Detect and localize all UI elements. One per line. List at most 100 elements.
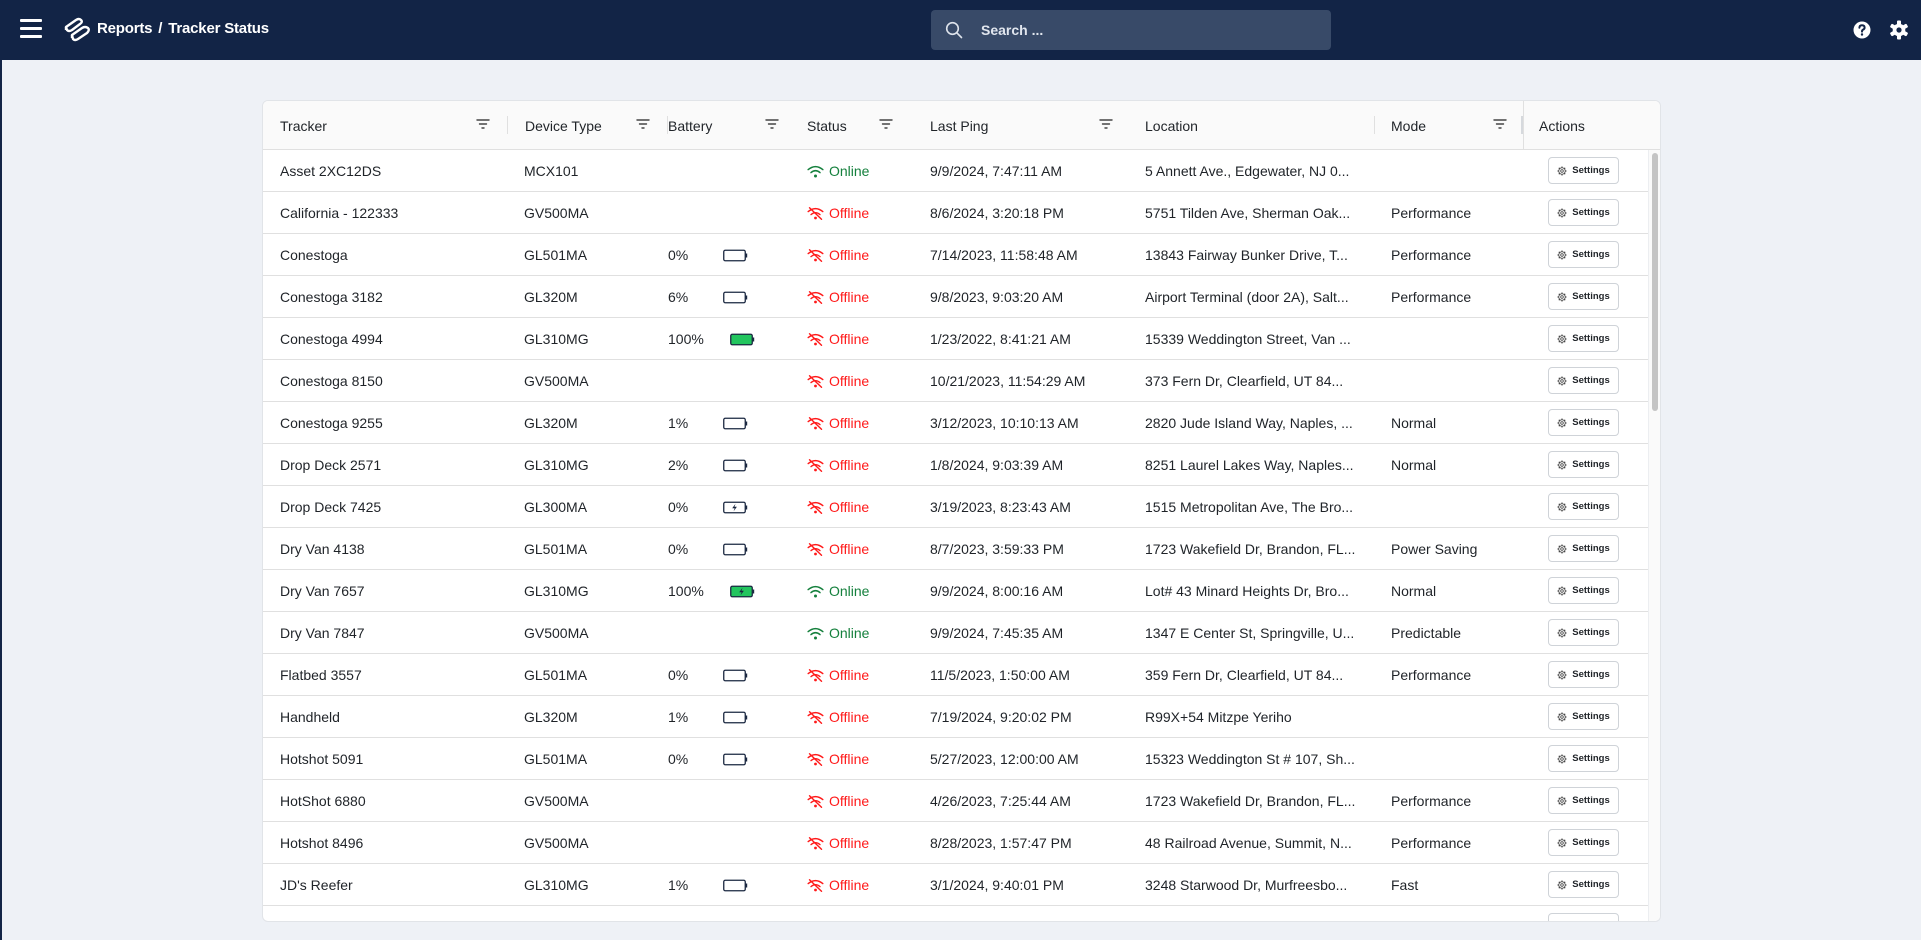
status-indicator: Offline	[807, 205, 869, 221]
location: R99X+54 Mitzpe Yeriho	[1145, 709, 1292, 725]
tracker-name: Asset 2XC12DS	[280, 163, 382, 179]
settings-button[interactable]: Settings	[1548, 199, 1619, 226]
column-header-mode[interactable]: Mode	[1375, 101, 1524, 150]
settings-button[interactable]: Settings	[1548, 871, 1619, 898]
settings-button-label: Settings	[1572, 291, 1610, 302]
column-header-last-ping[interactable]: Last Ping	[914, 101, 1129, 150]
help-icon[interactable]	[1853, 21, 1871, 39]
table-row[interactable]: Conestoga GL501MA 0% Offline 7/14/2023, 11:5…	[263, 234, 1648, 276]
settings-button[interactable]: Settings	[1548, 409, 1619, 436]
tracker-name: Conestoga 9255	[280, 415, 383, 431]
table-row[interactable]: Conestoga 4994 GL310MG 100% Offline 1/23/202…	[263, 318, 1648, 360]
settings-button[interactable]: Settings	[1548, 367, 1619, 394]
wifi-off-icon	[807, 206, 824, 220]
table-row[interactable]: Conestoga 8150 GV500MA Offline 10/21/2023, …	[263, 360, 1648, 402]
settings-button[interactable]: Settings	[1548, 787, 1619, 814]
column-label: Location	[1145, 118, 1198, 134]
filter-icon[interactable]	[765, 118, 779, 130]
last-ping-time: 9/9/2024, 7:47:11 AM	[930, 163, 1063, 179]
tracker-name: Dry Van 7657	[280, 583, 365, 599]
mode: Normal	[1391, 583, 1437, 599]
filter-icon[interactable]	[1099, 118, 1113, 130]
wifi-off-icon	[807, 458, 824, 472]
settings-button[interactable]: Settings	[1548, 913, 1619, 921]
column-header-status[interactable]: Status	[791, 101, 914, 150]
settings-button[interactable]: Settings	[1548, 325, 1619, 352]
status-label: Online	[829, 625, 870, 641]
wifi-off-icon	[807, 332, 824, 346]
gear-icon	[1557, 838, 1567, 847]
table-row[interactable]: Conestoga 3182 GL320M 6% Offline 9/8/2023, 9…	[263, 276, 1648, 318]
tracker-name: Hotshot 5091	[280, 751, 364, 767]
status-indicator: Offline	[807, 373, 869, 389]
filter-icon[interactable]	[1493, 118, 1507, 130]
settings-button[interactable]: Settings	[1548, 745, 1619, 772]
table-row[interactable]: Asset 2XC12DS MCX101 Online 9/9/2024, 7:47:…	[263, 150, 1648, 192]
table-row[interactable]: HotShot 6880 GV500MA Offline 4/26/2023, 7:2…	[263, 780, 1648, 822]
menu-icon[interactable]	[20, 19, 43, 39]
breadcrumb-reports[interactable]: Reports	[97, 20, 152, 37]
column-header-location[interactable]: Location	[1129, 101, 1375, 150]
tracker-name: Hotshot 8496	[280, 835, 364, 851]
table-row[interactable]: Dry Van 7847 GV500MA Online 9/9/2024, 7:45:…	[263, 612, 1648, 654]
status-label: Offline	[829, 373, 870, 389]
table-row[interactable]: Dry Van 4138 GL501MA 0% Offline 8/7/2023, 3:…	[263, 528, 1648, 570]
table-row[interactable]: Dry Van 7657 GL310MG 100% Online 9/9/2024, 8…	[263, 570, 1648, 612]
settings-button[interactable]: Settings	[1548, 283, 1619, 310]
settings-button[interactable]: Settings	[1548, 451, 1619, 478]
table-row[interactable]: Handheld GL320M 1% Offline 7/19/2024, 9:20:0…	[263, 696, 1648, 738]
settings-button-label: Settings	[1572, 543, 1610, 554]
search-input[interactable]	[981, 10, 1321, 50]
settings-button[interactable]: Settings	[1548, 703, 1619, 730]
wifi-off-icon	[807, 794, 824, 808]
battery-percent: 6%	[668, 289, 689, 305]
filter-icon[interactable]	[476, 118, 490, 130]
wifi-off-icon	[807, 710, 824, 724]
vertical-scrollbar[interactable]	[1648, 150, 1660, 921]
wifi-off-icon	[807, 752, 824, 766]
settings-button-label: Settings	[1572, 669, 1610, 680]
table-row[interactable]: California - 122333 GV500MA Offline 8/6/202…	[263, 192, 1648, 234]
status-indicator: Offline	[807, 289, 869, 305]
status-label: Online	[829, 163, 870, 179]
filter-icon[interactable]	[879, 118, 893, 130]
table-row[interactable]: JD's Reefer GL310MG 1% Offline 3/1/2024, 9:4…	[263, 864, 1648, 906]
battery-empty-icon	[723, 543, 748, 556]
device-type: GL310MG	[524, 877, 589, 893]
table-row[interactable]: Conestoga 9255 GL320M 1% Offline 3/12/2023, …	[263, 402, 1648, 444]
settings-button[interactable]: Settings	[1548, 577, 1619, 604]
status-label: Offline	[829, 877, 870, 893]
app-logo-icon[interactable]	[62, 16, 94, 44]
status-label: Offline	[829, 751, 870, 767]
settings-button[interactable]: Settings	[1548, 661, 1619, 688]
location: 2820 Jude Island Way, Naples, ...	[1145, 415, 1353, 431]
table-row[interactable]: Drop Deck 2571 GL310MG 2% Offline 1/8/2024, …	[263, 444, 1648, 486]
location: 1347 E Center St, Springville, U...	[1145, 625, 1355, 641]
wifi-off-icon	[807, 668, 824, 682]
settings-button[interactable]: Settings	[1548, 157, 1619, 184]
filter-icon[interactable]	[636, 118, 650, 130]
column-header-actions: Actions	[1523, 101, 1660, 150]
table-row[interactable]: Drop Deck 7425 GL300MA 0% Offline 3/19/2023,…	[263, 486, 1648, 528]
settings-gear-icon[interactable]	[1889, 20, 1909, 40]
status-label: Offline	[829, 541, 870, 557]
table-row[interactable]: Flatbed 3557 GL501MA 0% Offline 11/5/2023, 1…	[263, 654, 1648, 696]
battery-percent: 1%	[668, 709, 689, 725]
scrollbar-thumb[interactable]	[1652, 153, 1658, 411]
column-header-device-type[interactable]: Device Type	[508, 101, 668, 150]
column-header-tracker[interactable]: Tracker	[263, 101, 508, 150]
column-label: Mode	[1391, 118, 1427, 134]
device-type: GL310MG	[524, 331, 589, 347]
settings-button-label: Settings	[1572, 795, 1610, 806]
settings-button[interactable]: Settings	[1548, 493, 1619, 520]
table-row[interactable]: Hotshot 5091 GL501MA 0% Offline 5/27/2023, 1…	[263, 738, 1648, 780]
column-header-battery[interactable]: Battery	[668, 101, 791, 150]
settings-button[interactable]: Settings	[1548, 535, 1619, 562]
last-ping-time: 9/9/2024, 8:00:16 AM	[930, 583, 1064, 599]
table-row[interactable]: Hotshot 8496 GV500MA Offline 8/28/2023, 1:5…	[263, 822, 1648, 864]
table-row[interactable]: Settings	[263, 906, 1648, 921]
status-label: Offline	[829, 667, 870, 683]
settings-button[interactable]: Settings	[1548, 241, 1619, 268]
settings-button[interactable]: Settings	[1548, 829, 1619, 856]
settings-button[interactable]: Settings	[1548, 619, 1619, 646]
